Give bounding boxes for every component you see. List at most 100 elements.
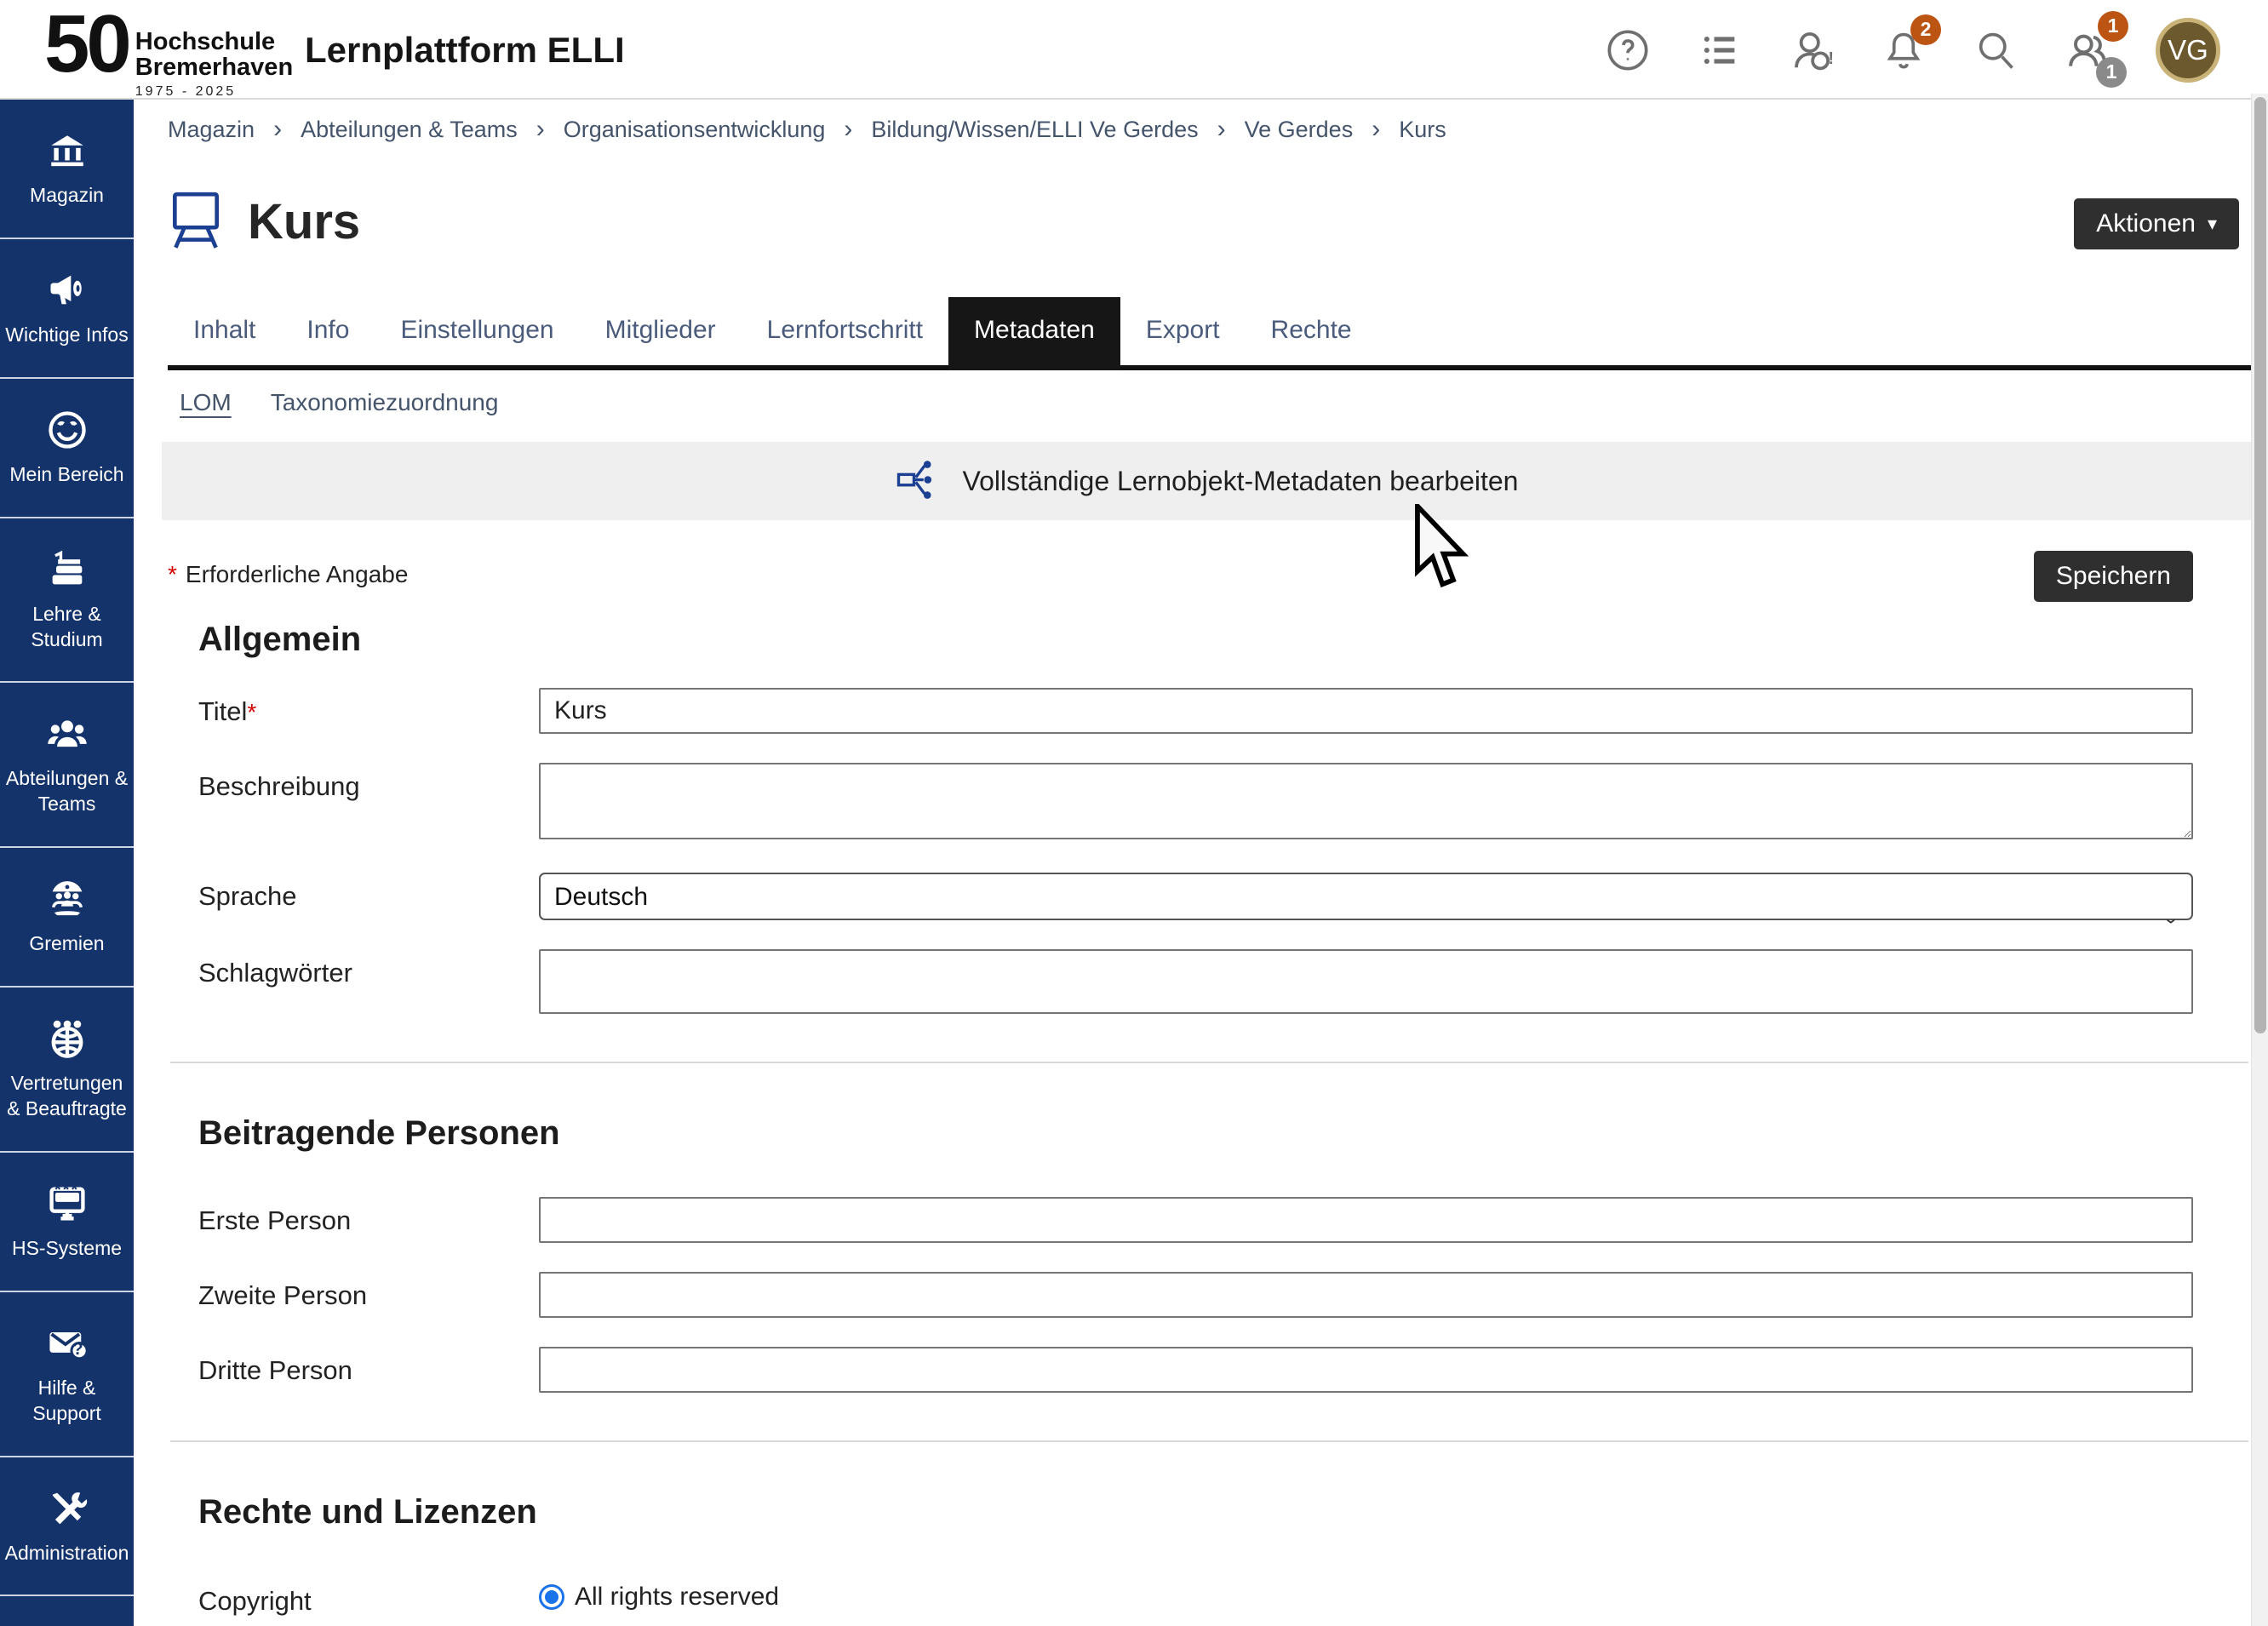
mail-question-icon: ? bbox=[45, 1321, 89, 1365]
section-divider bbox=[170, 1440, 2248, 1442]
erste-person-label: Erste Person bbox=[198, 1197, 539, 1236]
password-asterisks-glyph: *** bbox=[54, 1181, 79, 1200]
sidebar-label: Hilfe & Support bbox=[5, 1376, 129, 1427]
sidebar-label: Abteilungen & Teams bbox=[5, 766, 129, 817]
zweite-person-input[interactable] bbox=[539, 1272, 2193, 1318]
chevron-right-icon: › bbox=[1217, 115, 1226, 144]
sidebar-item-gremien[interactable]: Gremien bbox=[0, 848, 134, 988]
sprache-select[interactable]: Deutsch bbox=[539, 873, 2193, 920]
sidebar-label: HS-Systeme bbox=[12, 1236, 122, 1262]
caret-down-icon: ▾ bbox=[2208, 213, 2217, 235]
save-button[interactable]: Speichern bbox=[2034, 551, 2193, 602]
logo-line2: Bremerhaven bbox=[135, 54, 293, 80]
vertical-scrollbar[interactable] bbox=[2251, 94, 2268, 1626]
zweite-person-label: Zweite Person bbox=[198, 1272, 539, 1311]
sidebar-label: Vertretungen & Beauftragte bbox=[5, 1071, 129, 1122]
edit-full-metadata-banner[interactable]: Vollständige Lernobjekt-Metadaten bearbe… bbox=[162, 442, 2251, 520]
subtab-taxonomiezuordnung[interactable]: Taxonomiezuordnung bbox=[271, 389, 499, 416]
actions-button[interactable]: Aktionen ▾ bbox=[2074, 198, 2239, 249]
erste-person-input[interactable] bbox=[539, 1197, 2193, 1243]
scrollbar-thumb[interactable] bbox=[2254, 97, 2266, 1033]
tools-icon bbox=[45, 1486, 89, 1531]
sidebar-label: Mein Bereich bbox=[9, 462, 123, 488]
page-title: Kurs bbox=[248, 193, 360, 250]
required-asterisk: * bbox=[247, 699, 256, 725]
breadcrumb-item[interactable]: Bildung/Wissen/ELLI Ve Gerdes bbox=[871, 117, 1198, 143]
chevron-right-icon: › bbox=[1372, 115, 1380, 144]
sprache-label: Sprache bbox=[198, 873, 539, 912]
breadcrumb-item[interactable]: Magazin bbox=[168, 117, 255, 143]
sidebar-item-magazin[interactable]: Magazin bbox=[0, 100, 134, 239]
megaphone-icon bbox=[45, 268, 89, 312]
schlagwoerter-input[interactable] bbox=[539, 949, 2193, 1014]
section-heading-allgemein: Allgemein bbox=[198, 621, 2251, 659]
required-note: Erforderliche Angabe bbox=[186, 561, 409, 588]
section-heading-rechte: Rechte und Lizenzen bbox=[198, 1493, 2251, 1532]
section-heading-beitragende: Beitragende Personen bbox=[198, 1114, 2251, 1153]
avatar[interactable]: VG bbox=[2156, 18, 2220, 83]
books-icon bbox=[45, 547, 89, 592]
tab-lernfortschritt[interactable]: Lernfortschritt bbox=[742, 297, 948, 365]
sidebar-item-lehre-studium[interactable]: Lehre & Studium bbox=[0, 518, 134, 684]
globe-people-icon bbox=[45, 1016, 89, 1061]
support-question-glyph: ? bbox=[72, 1340, 83, 1360]
bell-badge: 2 bbox=[1910, 14, 1941, 45]
beschreibung-label: Beschreibung bbox=[198, 763, 539, 802]
breadcrumb-item[interactable]: Ve Gerdes bbox=[1245, 117, 1354, 143]
breadcrumb-item[interactable]: Organisationsentwicklung bbox=[564, 117, 826, 143]
copyright-radio-selected[interactable] bbox=[539, 1584, 564, 1610]
tab-inhalt[interactable]: Inhalt bbox=[168, 297, 281, 365]
required-asterisk: * bbox=[168, 561, 177, 588]
todo-list-icon[interactable] bbox=[1696, 26, 1744, 74]
chevron-right-icon: › bbox=[844, 115, 852, 144]
bank-icon bbox=[45, 129, 89, 173]
help-icon[interactable] bbox=[1604, 26, 1652, 74]
group-icon bbox=[45, 712, 89, 756]
tab-mitglieder[interactable]: Mitglieder bbox=[580, 297, 742, 365]
top-header-bar: 50 Hochschule Bremerhaven 1975 - 2025 Le… bbox=[0, 0, 2268, 100]
sidebar-item-wichtige-infos[interactable]: Wichtige Infos bbox=[0, 239, 134, 379]
notifications-bell-icon[interactable]: 2 bbox=[1880, 26, 1927, 74]
sidebar-item-abteilungen-teams[interactable]: Abteilungen & Teams bbox=[0, 683, 134, 848]
subtab-bar: LOM Taxonomiezuordnung bbox=[168, 370, 2251, 425]
app-title: Lernplattform ELLI bbox=[305, 0, 625, 100]
monitor-icon: *** bbox=[45, 1182, 89, 1226]
beschreibung-textarea[interactable] bbox=[539, 763, 2193, 839]
breadcrumb-item[interactable]: Kurs bbox=[1399, 117, 1446, 143]
logo-50-number: 50 bbox=[44, 7, 129, 82]
tab-info[interactable]: Info bbox=[281, 297, 375, 365]
sidebar-item-administration[interactable]: Administration bbox=[0, 1457, 134, 1597]
tab-metadaten[interactable]: Metadaten bbox=[948, 297, 1120, 370]
course-easel-icon bbox=[168, 190, 224, 253]
hochschule-bremerhaven-logo[interactable]: 50 Hochschule Bremerhaven 1975 - 2025 bbox=[44, 7, 293, 100]
main-sidebar: Magazin Wichtige Infos Mein Bereich Lehr… bbox=[0, 100, 134, 1626]
sidebar-item-hilfe-support[interactable]: ? Hilfe & Support bbox=[0, 1292, 134, 1457]
sidebar-label: Administration bbox=[5, 1541, 129, 1566]
copyright-option-label: All rights reserved bbox=[575, 1583, 779, 1612]
breadcrumb-item[interactable]: Abteilungen & Teams bbox=[301, 117, 518, 143]
logo-line1: Hochschule bbox=[135, 29, 293, 54]
contacts-icon[interactable]: 1 1 bbox=[2064, 26, 2111, 74]
subtab-lom[interactable]: LOM bbox=[180, 389, 232, 416]
sidebar-item-vertretungen[interactable]: Vertretungen & Beauftragte bbox=[0, 988, 134, 1153]
status-exclaim-glyph: ! bbox=[1828, 49, 1834, 69]
section-divider bbox=[170, 1062, 2248, 1063]
sidebar-item-hs-systeme[interactable]: *** HS-Systeme bbox=[0, 1153, 134, 1292]
tab-rechte[interactable]: Rechte bbox=[1246, 297, 1377, 365]
user-status-icon[interactable]: ! bbox=[1788, 26, 1836, 74]
schlagwoerter-label: Schlagwörter bbox=[198, 949, 539, 988]
titel-label: Titel* bbox=[198, 688, 539, 727]
breadcrumb: Magazin › Abteilungen & Teams › Organisa… bbox=[168, 100, 2251, 159]
titel-input[interactable] bbox=[539, 688, 2193, 734]
logo-years: 1975 - 2025 bbox=[135, 84, 293, 100]
sidebar-label: Lehre & Studium bbox=[5, 602, 129, 653]
tab-export[interactable]: Export bbox=[1120, 297, 1246, 365]
contacts-badge-top: 1 bbox=[2098, 11, 2128, 42]
tab-einstellungen[interactable]: Einstellungen bbox=[375, 297, 579, 365]
sidebar-label: Magazin bbox=[30, 183, 104, 209]
sidebar-item-mein-bereich[interactable]: Mein Bereich bbox=[0, 379, 134, 518]
sidebar-label: Gremien bbox=[29, 931, 104, 957]
search-icon[interactable] bbox=[1972, 26, 2019, 74]
dritte-person-input[interactable] bbox=[539, 1347, 2193, 1393]
smiley-icon bbox=[45, 408, 89, 452]
